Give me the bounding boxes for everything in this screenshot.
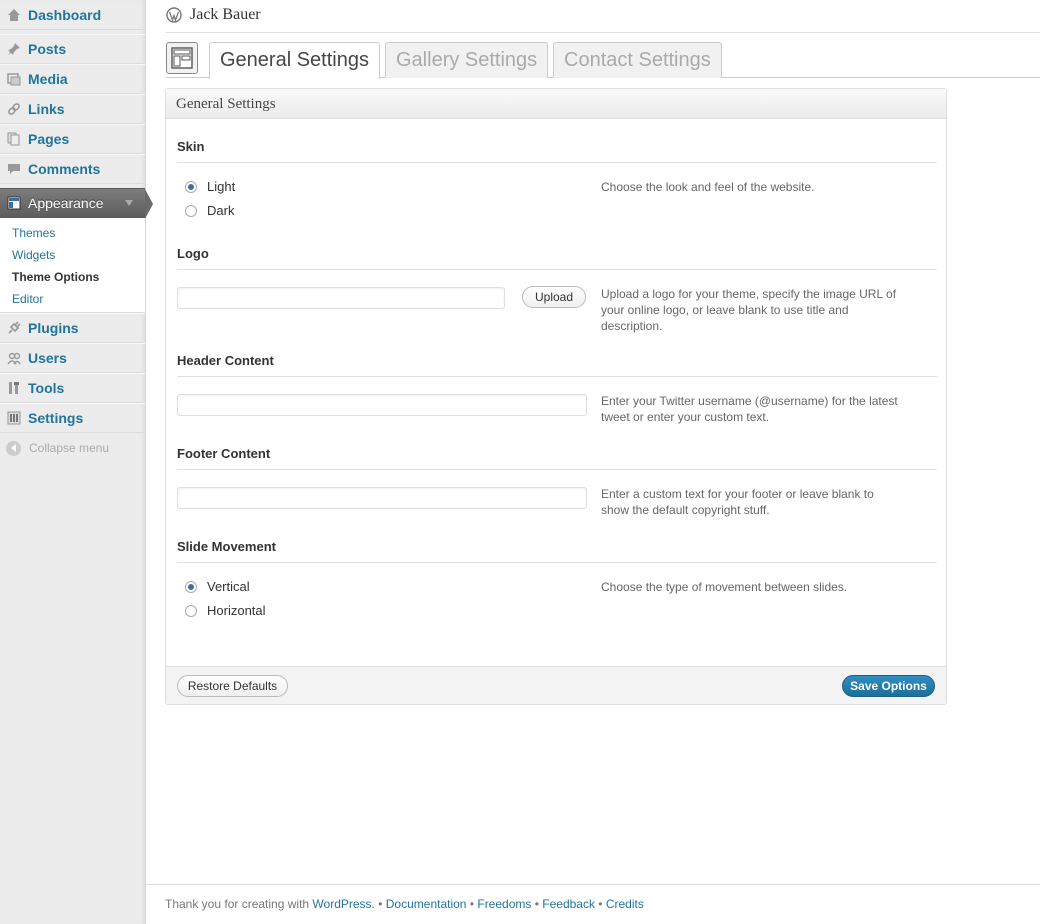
admin-sidebar: Dashboard Posts Media Links Pages Commen… xyxy=(0,0,153,924)
footer-separator: • xyxy=(531,897,543,911)
sidebar-item-label: Tools xyxy=(28,380,65,396)
sidebar-item-tools[interactable]: Tools xyxy=(0,373,145,403)
header-content-input[interactable] xyxy=(177,394,587,416)
media-icon xyxy=(6,71,22,87)
comment-icon xyxy=(6,161,22,177)
chevron-down-icon xyxy=(125,200,133,206)
sidebar-item-appearance[interactable]: Appearance xyxy=(0,188,153,219)
submenu-item-widgets[interactable]: Widgets xyxy=(0,244,145,266)
sidebar-item-label: Pages xyxy=(28,131,70,147)
tab-contact-settings[interactable]: Contact Settings xyxy=(553,42,722,78)
wordpress-logo-icon xyxy=(166,7,182,23)
skin-section-title: Skin xyxy=(177,139,937,163)
footer-content-input[interactable] xyxy=(177,487,587,509)
header-content-description: Enter your Twitter username (@username) … xyxy=(601,394,898,424)
sidebar-item-posts[interactable]: Posts xyxy=(0,34,145,64)
tab-gallery-settings[interactable]: Gallery Settings xyxy=(385,42,549,78)
sidebar-item-media[interactable]: Media xyxy=(0,64,145,94)
slide-movement-section-title: Slide Movement xyxy=(177,539,937,563)
header-divider xyxy=(166,32,1040,33)
radio-button[interactable] xyxy=(185,580,197,593)
footer-divider xyxy=(146,884,1040,885)
radio-label: Dark xyxy=(207,203,235,218)
appearance-icon xyxy=(6,195,22,211)
radio-button[interactable] xyxy=(185,204,197,217)
sidebar-item-label: Media xyxy=(28,71,68,87)
skin-description: Choose the look and feel of the website. xyxy=(601,180,815,194)
skin-option-light[interactable]: Light xyxy=(185,179,235,194)
sidebar-item-label: Links xyxy=(28,101,65,117)
collapse-menu-label: Collapse menu xyxy=(29,441,110,455)
footer-link-feedback[interactable]: Feedback xyxy=(542,897,595,911)
collapse-menu-button[interactable]: Collapse menu xyxy=(0,433,145,463)
save-options-button[interactable]: Save Options xyxy=(842,675,935,697)
sidebar-item-label: Appearance xyxy=(28,195,104,211)
tools-icon xyxy=(6,380,22,396)
sidebar-item-label: Users xyxy=(28,350,67,366)
slide-option-vertical[interactable]: Vertical xyxy=(185,579,250,594)
radio-button[interactable] xyxy=(185,604,197,617)
panel-title: General Settings xyxy=(166,89,946,119)
footer-link-wordpress[interactable]: WordPress. xyxy=(312,897,374,911)
sidebar-item-links[interactable]: Links xyxy=(0,94,145,124)
appearance-submenu: Themes Widgets Theme Options Editor xyxy=(0,218,145,313)
sidebar-item-label: Posts xyxy=(28,41,67,57)
dashboard-icon xyxy=(6,7,22,23)
admin-footer: Thank you for creating with WordPress. •… xyxy=(165,897,644,911)
active-arrow xyxy=(145,189,153,219)
sidebar-item-plugins[interactable]: Plugins xyxy=(0,313,145,343)
skin-option-dark[interactable]: Dark xyxy=(185,203,234,218)
sidebar-item-comments[interactable]: Comments xyxy=(0,154,145,184)
tab-general-settings[interactable]: General Settings xyxy=(209,42,380,79)
footer-link-credits[interactable]: Credits xyxy=(606,897,644,911)
footer-link-documentation[interactable]: Documentation xyxy=(386,897,467,911)
footer-content-description: Enter a custom text for your footer or l… xyxy=(601,487,874,517)
submenu-item-theme-options[interactable]: Theme Options xyxy=(0,266,145,288)
site-title: Jack Bauer xyxy=(166,6,261,24)
sidebar-item-label: Settings xyxy=(28,410,84,426)
upload-button[interactable]: Upload xyxy=(522,286,586,308)
sidebar-item-label: Comments xyxy=(28,161,101,177)
restore-defaults-button[interactable]: Restore Defaults xyxy=(177,675,288,697)
sidebar-item-label: Dashboard xyxy=(28,6,102,23)
footer-content-section-title: Footer Content xyxy=(177,446,937,470)
footer-separator: • xyxy=(374,897,386,911)
general-settings-panel: General Settings Skin Light Dark Choose … xyxy=(165,88,947,705)
plugin-icon xyxy=(6,320,22,336)
slide-option-horizontal[interactable]: Horizontal xyxy=(185,603,266,618)
collapse-arrow-icon xyxy=(6,440,21,456)
settings-icon xyxy=(6,410,22,426)
logo-description: Upload a logo for your theme, specify th… xyxy=(601,287,897,333)
footer-link-freedoms[interactable]: Freedoms xyxy=(477,897,531,911)
sidebar-item-dashboard[interactable]: Dashboard xyxy=(0,0,145,30)
sidebar-item-settings[interactable]: Settings xyxy=(0,403,145,433)
theme-options-icon xyxy=(166,42,198,74)
footer-thanks-text: Thank you for creating with xyxy=(165,897,310,911)
users-icon xyxy=(6,350,22,366)
radio-label: Light xyxy=(207,179,236,194)
settings-tabs: General Settings Gallery Settings Contac… xyxy=(166,42,1040,79)
panel-footer: Restore Defaults Save Options xyxy=(166,666,946,704)
radio-label: Vertical xyxy=(207,579,250,594)
footer-separator: • xyxy=(466,897,478,911)
link-icon xyxy=(6,101,22,117)
pushpin-icon xyxy=(6,41,22,57)
site-title-text: Jack Bauer xyxy=(190,6,261,23)
pages-icon xyxy=(6,131,22,147)
radio-button[interactable] xyxy=(185,180,197,193)
slide-movement-description: Choose the type of movement between slid… xyxy=(601,580,848,594)
footer-separator: • xyxy=(594,897,606,911)
submenu-item-themes[interactable]: Themes xyxy=(0,222,145,244)
submenu-item-editor[interactable]: Editor xyxy=(0,288,145,310)
logo-section-title: Logo xyxy=(177,246,937,270)
sidebar-item-label: Plugins xyxy=(28,320,79,336)
logo-url-input[interactable] xyxy=(177,287,505,309)
radio-label: Horizontal xyxy=(207,603,266,618)
header-content-section-title: Header Content xyxy=(177,353,937,377)
sidebar-item-pages[interactable]: Pages xyxy=(0,124,145,154)
sidebar-item-users[interactable]: Users xyxy=(0,343,145,373)
